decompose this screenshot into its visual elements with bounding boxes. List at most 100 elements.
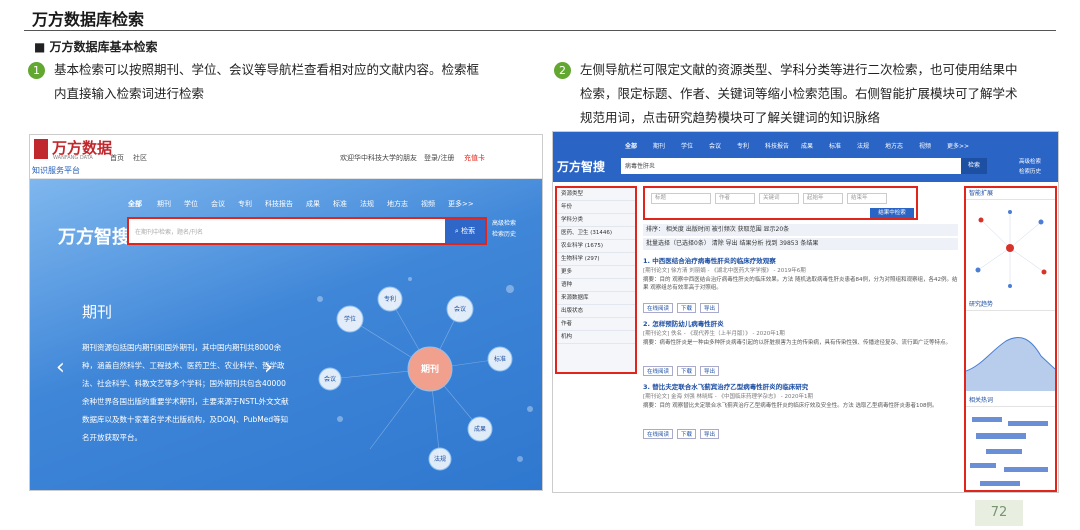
refine-keyword-field[interactable]: 关键词 [759,193,799,204]
logo-subtext: WANFANG DATA [53,155,93,161]
read-online-button[interactable]: 在线阅读 [643,303,674,313]
rtab-more[interactable]: 更多>> [947,141,969,150]
search-input[interactable]: 在期刊中检索，题名/刊名 [135,227,203,236]
rtab-standard[interactable]: 标准 [829,141,841,150]
recharge-link[interactable]: 充值卡 [464,153,485,163]
point2-badge: 2 [554,62,571,79]
result-abstract: 摘要：病毒性肝炎是一种由多种肝炎病毒引起的以肝脏损害为主的传染病，具有传染性强、… [643,340,952,346]
facet-year[interactable]: 年份 [557,201,635,214]
tab-degree[interactable]: 学位 [184,199,198,209]
facet-sidebar: 资源类型 年份 学科分类 医药、卫生 (31446) 农业科学 (1675) 生… [555,186,637,374]
bubble-patent: 专利 [384,295,396,303]
next-arrow-icon[interactable]: › [264,355,273,380]
section-title: 期刊 [82,303,113,321]
facet-subject-medicine[interactable]: 医药、卫生 (31446) [557,227,635,240]
prev-arrow-icon[interactable]: ‹ [56,355,65,380]
tab-all[interactable]: 全部 [128,199,142,209]
refine-title-field[interactable]: 标题 [651,193,711,204]
tab-video[interactable]: 视频 [421,199,435,209]
advanced-search-link[interactable]: 高级检索 [492,218,516,229]
rtab-tech-report[interactable]: 科技报告 [765,141,789,150]
search-button[interactable]: ⌕ 检索 [445,219,485,243]
result-abstract: 摘要：目的 观察中西医结合治疗病毒性肝炎的临床效果。方法 随机选取病毒性肝炎患者… [643,277,958,291]
facet-author[interactable]: 作者 [557,318,635,331]
sort-bar[interactable]: 排序： 相关度 出版时间 被引频次 获取范围 显示20条 [643,224,958,236]
results-search-input[interactable]: 病毒性肝炎 [625,161,655,170]
panel-research-trend[interactable]: 研究趋势 [966,299,1055,311]
search-box: 在期刊中检索，题名/刊名 ⌕ 检索 [127,217,487,245]
panel-related-hot-words[interactable]: 相关热词 [966,395,1055,407]
results-brand: 万方智搜 [557,160,606,174]
facet-subject-biology[interactable]: 生物科学 (297) [557,253,635,266]
facet-source-db[interactable]: 来源数据库 [557,292,635,305]
facet-institution[interactable]: 机构 [557,331,635,344]
export-button[interactable]: 导出 [700,303,720,313]
download-button[interactable]: 下载 [677,429,697,439]
hot-words-cloud-graphic [970,417,1048,486]
result-item: 3. 替比夫定联合水飞蓟宾治疗乙型病毒性肝炎的临床研究 [期刊论文] 金海 刘强… [643,382,958,439]
refine-fields: 标题 作者 关键词 起始年 结束年 结果中检索 [643,186,918,220]
rlink-advanced[interactable]: 高级检索 [1019,157,1041,167]
rtab-conference[interactable]: 会议 [709,141,721,150]
search-icon: ⌕ [454,227,459,235]
result-title[interactable]: 3. 替比夫定联合水飞蓟宾治疗乙型病毒性肝炎的临床研究 [643,382,958,393]
read-online-button[interactable]: 在线阅读 [643,366,674,376]
tab-more[interactable]: 更多>> [448,199,474,209]
rtab-degree[interactable]: 学位 [681,141,693,150]
tab-standard[interactable]: 标准 [333,199,347,209]
search-results-screenshot: 全部 期刊 学位 会议 专利 科技报告 成果 标准 法规 地方志 视频 更多>>… [552,131,1059,493]
results-header-links: 高级检索 检索历史 [1019,157,1041,177]
nav-community[interactable]: 社区 [133,153,147,163]
facet-more[interactable]: 更多 [557,266,635,279]
rtab-local-gazette[interactable]: 地方志 [885,141,903,150]
panel-smart-extension[interactable]: 智能扩展 [966,188,1055,200]
search-history-link[interactable]: 检索历史 [492,229,516,240]
bubble-journal: 期刊 [421,363,439,375]
rtab-video[interactable]: 视频 [919,141,931,150]
results-search-button[interactable]: 检索 [961,158,987,174]
refine-start-year-field[interactable]: 起始年 [803,193,843,204]
rlink-history[interactable]: 检索历史 [1019,167,1041,177]
read-online-button[interactable]: 在线阅读 [643,429,674,439]
tab-conference[interactable]: 会议 [211,199,225,209]
nav-home[interactable]: 首页 [110,153,124,163]
result-actions: 在线阅读 下载 导出 [643,429,958,439]
refine-search-button[interactable]: 结果中检索 [870,208,914,218]
tab-journal[interactable]: 期刊 [157,199,171,209]
tab-regulation[interactable]: 法规 [360,199,374,209]
facet-resource-type[interactable]: 资源类型 [557,188,635,201]
tab-achievement[interactable]: 成果 [306,199,320,209]
tab-tech-report[interactable]: 科技报告 [265,199,293,209]
download-button[interactable]: 下载 [677,366,697,376]
tab-local-gazette[interactable]: 地方志 [387,199,408,209]
smart-panel: 智能扩展 研究趋势 相关热词 [964,186,1057,492]
point1-badge: 1 [28,62,45,79]
point1-line1: 基本检索可以按照期刊、学位、会议等导航栏查看相对应的文献内容。检索框 [54,62,480,77]
rtab-journal[interactable]: 期刊 [653,141,665,150]
rtab-regulation[interactable]: 法规 [857,141,869,150]
facet-subject-agriculture[interactable]: 农业科学 (1675) [557,240,635,253]
page-number: 72 [975,500,1023,526]
tab-patent[interactable]: 专利 [238,199,252,209]
download-button[interactable]: 下载 [677,303,697,313]
refine-author-field[interactable]: 作者 [715,193,755,204]
keyword-network-graphic [975,210,1047,288]
facet-subject[interactable]: 学科分类 [557,214,635,227]
bubble-degree: 学位 [344,315,356,323]
facet-language[interactable]: 语种 [557,279,635,292]
home-hero: 全部 期刊 学位 会议 专利 科技报告 成果 标准 法规 地方志 视频 更多>>… [30,179,542,490]
rtab-all[interactable]: 全部 [625,141,637,150]
refine-end-year-field[interactable]: 结束年 [847,193,887,204]
count-bar: 批量选择（已选择0条） 清除 导出 结果分析 找到 39853 条结果 [643,238,958,250]
point1-text: 基本检索可以按照期刊、学位、会议等导航栏查看相对应的文献内容。检索框 内直接输入… [54,58,534,106]
resource-network-graphic: 学位 专利 会议 会议 期刊 标准 成果 法规 [317,277,533,471]
export-button[interactable]: 导出 [700,366,720,376]
result-title[interactable]: 2. 怎样预防幼儿病毒性肝炎 [643,319,958,330]
login-link[interactable]: 登录/注册 [424,153,454,163]
slide-subtitle: ■ 万方数据库基本检索 [34,40,158,54]
facet-pub-status[interactable]: 出版状态 [557,305,635,318]
rtab-achievement[interactable]: 成果 [801,141,813,150]
result-title[interactable]: 1. 中西医结合治疗病毒性肝炎的临床疗效观察 [643,256,958,267]
rtab-patent[interactable]: 专利 [737,141,749,150]
export-button[interactable]: 导出 [700,429,720,439]
